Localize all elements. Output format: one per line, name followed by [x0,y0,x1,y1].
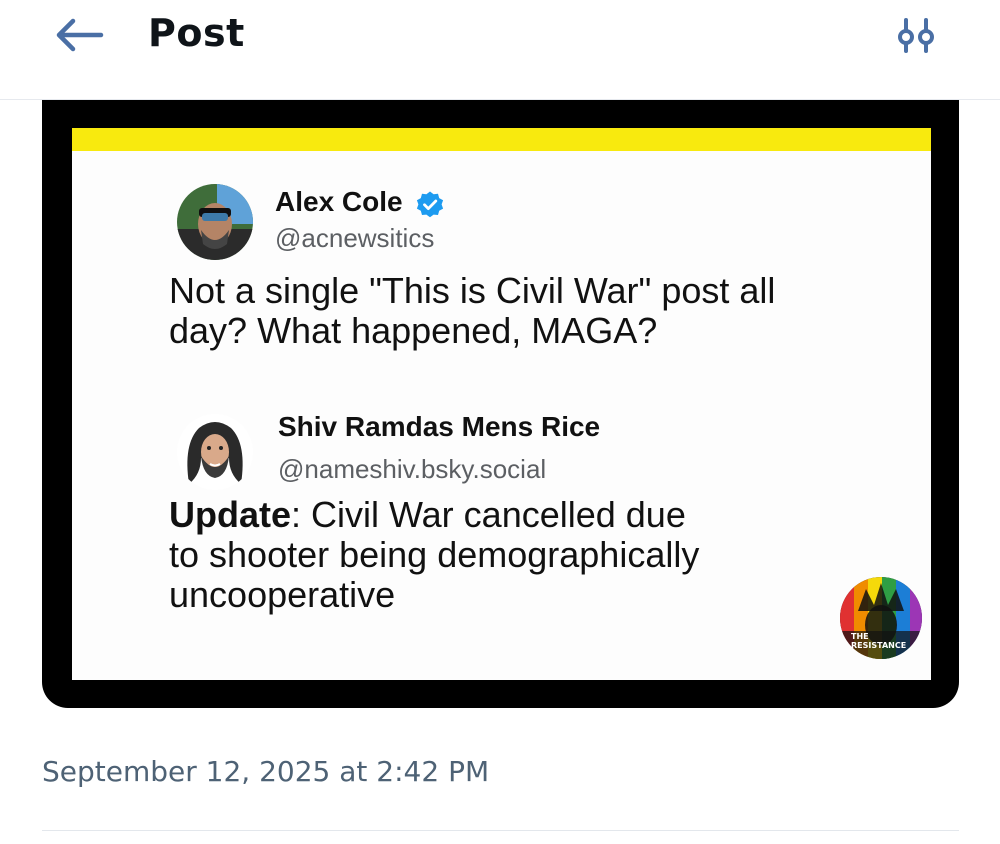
author-name: Shiv Ramdas Mens Rice [278,411,601,442]
verified-badge-icon [416,191,444,218]
post-timestamp: September 12, 2025 at 2:42 PM [42,755,490,788]
tweet-line-rest: : Civil War cancelled due [291,494,686,535]
tweet-text: Update: Civil War cancelled due to shoot… [169,495,889,615]
avatar [177,184,253,260]
tweet-text: Not a single "This is Civil War" post al… [169,271,889,351]
sliders-icon [898,18,934,53]
tweet-line: Not a single "This is Civil War" post al… [169,270,776,311]
tweet-line: to shooter being demographically [169,534,700,575]
divider [42,830,959,831]
tweet-line: day? What happened, MAGA? [169,310,658,351]
back-arrow-icon [56,18,104,52]
screenshot-content: Alex Cole @acnewsitics Not a single "Thi… [72,128,931,680]
page-title: Post [148,11,245,55]
author-name: Alex Cole [275,186,403,217]
watermark-logo: THE RESISTANCE [840,577,922,659]
author-handle: @acnewsitics [275,223,435,253]
tweet-bold-label: Update [169,494,292,535]
watermark-line1: THE [851,632,869,641]
watermark-line2: RESISTANCE [851,641,906,650]
filter-button[interactable] [888,10,944,60]
author-handle: @nameshiv.bsky.social [278,454,547,484]
top-bar: Post [0,0,1000,100]
avatar [177,414,253,490]
tweet-line: Update: Civil War cancelled due [169,495,889,535]
yellow-banner [72,128,931,151]
tweet-line: uncooperative [169,574,396,615]
back-button[interactable] [44,10,114,60]
post-image[interactable]: Alex Cole @acnewsitics Not a single "Thi… [42,100,959,708]
